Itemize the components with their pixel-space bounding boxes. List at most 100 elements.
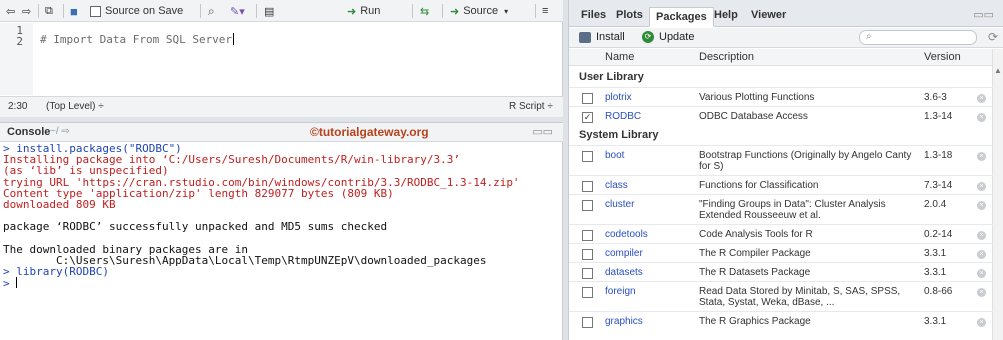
package-name-link[interactable]: codetools <box>605 229 648 240</box>
scope-selector[interactable]: (Top Level) ÷ <box>46 101 104 112</box>
tab-viewer[interactable]: Viewer <box>745 6 792 26</box>
line-number: 2 <box>16 35 23 48</box>
remove-package-icon[interactable]: × <box>977 201 986 210</box>
show-in-window-icon[interactable]: ⧉ <box>45 3 53 19</box>
package-version: 3.3.1 <box>924 316 947 327</box>
go-to-directory-icon[interactable]: ⇨ <box>61 126 69 137</box>
package-version: 3.3.1 <box>924 248 947 259</box>
save-icon[interactable]: ■ <box>70 3 78 19</box>
code-comment: # Import Data From SQL Server <box>40 33 233 46</box>
package-name-link[interactable]: class <box>605 180 628 191</box>
minimize-pane-icon[interactable]: ▭▭ <box>532 125 553 138</box>
update-label: Update <box>659 31 695 43</box>
tab-files[interactable]: Files <box>575 6 612 26</box>
run-button[interactable]: ➜ Run <box>347 3 380 19</box>
re-run-icon[interactable]: ⇆ <box>420 3 429 19</box>
back-arrow-icon[interactable]: ⇦ <box>6 3 15 19</box>
remove-package-icon[interactable]: × <box>977 94 986 103</box>
editor-status-bar: 2:30 (Top Level) ÷ R Script ÷ <box>0 96 563 117</box>
run-label: Run <box>360 5 381 17</box>
remove-package-icon[interactable]: × <box>977 182 986 191</box>
remove-package-icon[interactable]: × <box>977 269 986 278</box>
console-title: Console <box>7 126 51 138</box>
column-version[interactable]: Version <box>924 51 961 63</box>
package-row: cluster "Finding Groups in Data": Cluster… <box>569 194 993 224</box>
package-load-checkbox[interactable] <box>582 287 593 298</box>
console-path: ~/ ⇨ <box>50 126 70 137</box>
package-name-link[interactable]: boot <box>605 150 624 161</box>
install-button[interactable]: Install <box>579 31 625 43</box>
update-button[interactable]: ⟳ Update <box>642 31 694 43</box>
line-number-gutter: 1 2 <box>0 23 33 95</box>
package-description: Bootstrap Functions (Originally by Angel… <box>699 150 912 172</box>
run-arrow-icon: ➜ <box>347 5 357 18</box>
remove-package-icon[interactable]: × <box>977 152 986 161</box>
package-load-checkbox[interactable] <box>582 249 593 260</box>
package-load-checkbox[interactable] <box>582 230 593 241</box>
package-load-checkbox[interactable] <box>582 181 593 192</box>
package-name-link[interactable]: graphics <box>605 316 643 327</box>
code-tools-wand-icon[interactable]: ✎▾ <box>230 3 245 19</box>
package-row: class Functions for Classification 7.3-14 × <box>569 175 993 194</box>
console-pane: Console ~/ ⇨ ©tutorialgateway.org ▭▭ > i… <box>0 122 563 340</box>
refresh-icon[interactable]: ⟳ <box>988 30 998 44</box>
console-prompt[interactable]: > <box>3 277 559 289</box>
package-load-checkbox[interactable] <box>582 93 593 104</box>
package-name-link[interactable]: datasets <box>605 267 643 278</box>
remove-package-icon[interactable]: × <box>977 288 986 297</box>
source-on-save-label: Source on Save <box>105 5 184 17</box>
source-label: Source <box>463 5 499 17</box>
remove-package-icon[interactable]: × <box>977 231 986 240</box>
working-directory: ~/ <box>50 126 59 137</box>
package-load-checkbox[interactable] <box>582 268 593 279</box>
package-load-checkbox[interactable]: ✓ <box>582 112 593 123</box>
remove-package-icon[interactable]: × <box>977 318 986 327</box>
search-icon[interactable]: ⌕ <box>208 3 215 19</box>
package-load-checkbox[interactable] <box>582 317 593 328</box>
scroll-up-icon[interactable]: ▲ <box>994 66 1002 75</box>
package-version: 1.3-18 <box>924 150 953 161</box>
column-name[interactable]: Name <box>605 51 634 63</box>
library-section-title: User Library <box>579 71 644 83</box>
package-name-link[interactable]: cluster <box>605 199 634 210</box>
package-description: ODBC Database Access <box>699 111 808 122</box>
filetype-selector[interactable]: R Script ÷ <box>509 101 553 112</box>
package-version: 0.2-14 <box>924 229 953 240</box>
source-on-save-checkbox[interactable] <box>90 5 101 17</box>
vertical-scrollbar[interactable]: ▲ <box>992 49 1003 340</box>
update-icon: ⟳ <box>642 31 654 43</box>
pane-tab-bar: Files Plots Packages Help Viewer ▭▭ <box>569 0 1003 27</box>
console-line: package ‘RODBC’ successfully unpacked an… <box>3 220 388 234</box>
source-on-save-toggle[interactable]: Source on Save <box>90 3 183 19</box>
package-row: compiler The R Compiler Package 3.3.1 × <box>569 243 993 262</box>
package-load-checkbox[interactable] <box>582 200 593 211</box>
package-name-link[interactable]: plotrix <box>605 92 632 103</box>
remove-package-icon[interactable]: × <box>977 250 986 259</box>
package-row: plotrix Various Plotting Functions 3.6-3 × <box>569 87 993 106</box>
package-row: graphics The R Graphics Package 3.3.1 × <box>569 311 993 330</box>
package-name-link[interactable]: compiler <box>605 248 643 259</box>
package-version: 2.0.4 <box>924 199 947 210</box>
tab-plots[interactable]: Plots <box>610 6 649 26</box>
package-name-link[interactable]: foreign <box>605 286 636 297</box>
package-row: datasets The R Datasets Package 3.3.1 × <box>569 262 993 281</box>
editor-toolbar: ⇦ ⇨ ⧉ ■ Source on Save ⌕ ✎▾ ▤ ➜ Run ⇆ ➜ … <box>0 0 563 22</box>
package-row: foreign Read Data Stored by Minitab, S, S… <box>569 281 993 311</box>
column-description[interactable]: Description <box>699 51 754 63</box>
code-area[interactable]: # Import Data From SQL Server <box>40 33 235 46</box>
compile-report-icon[interactable]: ▤ <box>264 3 274 19</box>
remove-package-icon[interactable]: × <box>977 113 986 122</box>
search-input[interactable]: ⌕ <box>859 30 977 45</box>
chevron-down-icon[interactable]: ▾ <box>504 7 508 16</box>
source-button[interactable]: ➜ Source ▾ <box>450 3 508 19</box>
forward-arrow-icon[interactable]: ⇨ <box>22 3 31 19</box>
tab-help[interactable]: Help <box>708 6 744 26</box>
tab-packages[interactable]: Packages <box>649 7 714 27</box>
minimize-pane-icon[interactable]: ▭▭ <box>973 8 994 21</box>
outline-icon[interactable]: ≡ <box>542 3 548 19</box>
package-name-link[interactable]: RODBC <box>605 111 641 122</box>
console-output[interactable]: > install.packages("RODBC") Installing pa… <box>3 143 559 290</box>
package-load-checkbox[interactable] <box>582 151 593 162</box>
package-version: 1.3-14 <box>924 111 953 122</box>
